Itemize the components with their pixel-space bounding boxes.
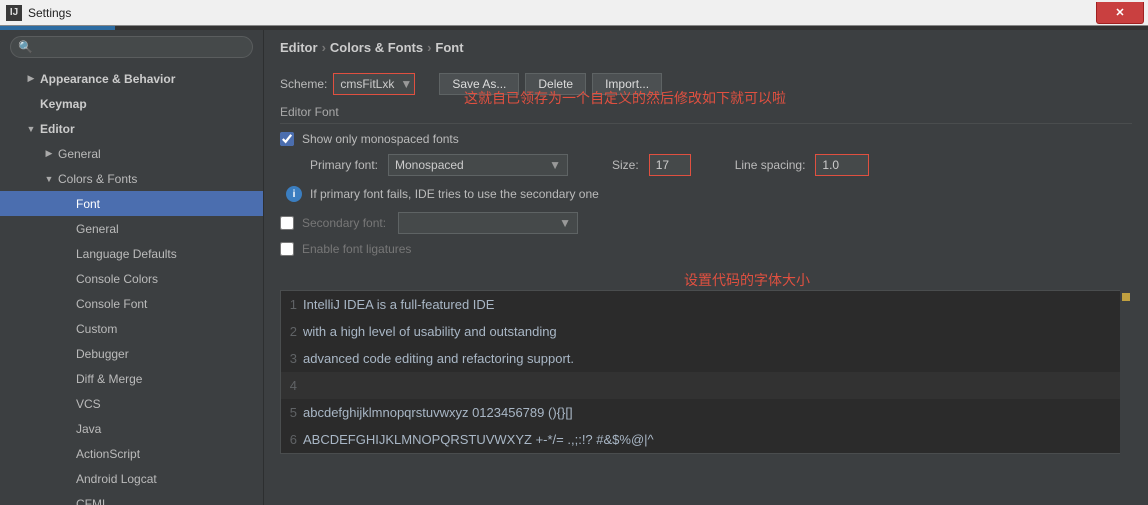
- tree-item-label: Colors & Fonts: [56, 172, 137, 186]
- content-panel: Editor›Colors & Fonts›Font Scheme: cmsFi…: [264, 30, 1148, 505]
- tree-item[interactable]: Console Colors: [0, 266, 263, 291]
- marker-icon: [1122, 293, 1130, 301]
- tree-item[interactable]: ActionScript: [0, 441, 263, 466]
- font-preview: 1IntelliJ IDEA is a full-featured IDE2wi…: [280, 290, 1132, 454]
- code-text: IntelliJ IDEA is a full-featured IDE: [303, 291, 494, 318]
- ligatures-checkbox[interactable]: Enable font ligatures: [280, 242, 1132, 256]
- tree-item-label: CFML: [74, 497, 109, 505]
- ligatures-input[interactable]: [280, 242, 294, 256]
- tree-item-label: Custom: [74, 322, 117, 336]
- tree-item-label: Console Colors: [74, 272, 158, 286]
- delete-button[interactable]: Delete: [525, 73, 586, 95]
- size-label: Size:: [612, 158, 639, 172]
- size-input[interactable]: [649, 154, 691, 176]
- tree-arrow-icon: ▶: [24, 73, 38, 84]
- scheme-label: Scheme:: [280, 77, 327, 91]
- tree-item-label: Editor: [38, 122, 75, 136]
- show-monospaced-checkbox[interactable]: Show only monospaced fonts: [280, 132, 1132, 146]
- save-as-button[interactable]: Save As...: [439, 73, 519, 95]
- tree-item-label: Java: [74, 422, 101, 436]
- tree-item-label: Font: [74, 197, 100, 211]
- tree-item[interactable]: VCS: [0, 391, 263, 416]
- chevron-down-icon: ▼: [400, 77, 412, 91]
- tree-item-label: Diff & Merge: [74, 372, 142, 386]
- info-text: If primary font fails, IDE tries to use …: [310, 187, 599, 201]
- breadcrumb: Editor›Colors & Fonts›Font: [280, 40, 1132, 73]
- tree-item[interactable]: Font: [0, 191, 263, 216]
- close-button[interactable]: [1096, 2, 1144, 24]
- code-text: advanced code editing and refactoring su…: [303, 345, 574, 372]
- tree-arrow-icon: ▼: [24, 124, 38, 134]
- tree-item[interactable]: ▶General: [0, 141, 263, 166]
- tree-item[interactable]: ▼Colors & Fonts: [0, 166, 263, 191]
- tree-item[interactable]: Android Logcat: [0, 466, 263, 491]
- gutter: 4: [281, 372, 303, 399]
- preview-line: 5abcdefghijklmnopqrstuvwxyz 0123456789 (…: [281, 399, 1131, 426]
- annotation-2: 设置代码的字体大小: [684, 270, 810, 290]
- tree-item[interactable]: ▶Appearance & Behavior: [0, 66, 263, 91]
- gutter: 1: [281, 291, 303, 318]
- tree-item-label: Appearance & Behavior: [38, 72, 175, 86]
- tree-item[interactable]: ▼Editor: [0, 116, 263, 141]
- window-title: Settings: [28, 6, 71, 20]
- settings-tree[interactable]: ▶Appearance & BehaviorKeymap▼Editor▶Gene…: [0, 66, 263, 505]
- code-text: abcdefghijklmnopqrstuvwxyz 0123456789 ()…: [303, 399, 573, 426]
- code-text: ABCDEFGHIJKLMNOPQRSTUVWXYZ +-*/= .,;:!? …: [303, 426, 654, 453]
- tree-item[interactable]: Debugger: [0, 341, 263, 366]
- primary-font-select[interactable]: Monospaced▼: [388, 154, 568, 176]
- tree-item[interactable]: General: [0, 216, 263, 241]
- show-monospaced-input[interactable]: [280, 132, 294, 146]
- preview-line: 6ABCDEFGHIJKLMNOPQRSTUVWXYZ +-*/= .,;:!?…: [281, 426, 1131, 453]
- code-text: with a high level of usability and outst…: [303, 318, 557, 345]
- line-spacing-input[interactable]: [815, 154, 869, 176]
- chevron-down-icon: ▼: [559, 216, 571, 230]
- tree-item-label: Keymap: [38, 97, 87, 111]
- tree-item-label: Language Defaults: [74, 247, 177, 261]
- tree-item[interactable]: CFML: [0, 491, 263, 505]
- scheme-select[interactable]: cmsFitLxk▼: [333, 73, 415, 95]
- gutter: 2: [281, 318, 303, 345]
- line-spacing-label: Line spacing:: [735, 158, 806, 172]
- preview-line: 2with a high level of usability and outs…: [281, 318, 1131, 345]
- preview-line: 1IntelliJ IDEA is a full-featured IDE: [281, 291, 1131, 318]
- tree-item-label: Android Logcat: [74, 472, 157, 486]
- tree-item[interactable]: Diff & Merge: [0, 366, 263, 391]
- tree-arrow-icon: ▶: [42, 148, 56, 159]
- app-icon: IJ: [6, 5, 22, 21]
- import-button[interactable]: Import...: [592, 73, 662, 95]
- tree-item-label: VCS: [74, 397, 101, 411]
- tree-item-label: ActionScript: [74, 447, 140, 461]
- primary-font-label: Primary font:: [310, 158, 378, 172]
- tree-arrow-icon: ▼: [42, 174, 56, 184]
- tree-item[interactable]: Language Defaults: [0, 241, 263, 266]
- info-icon: i: [286, 186, 302, 202]
- tree-item[interactable]: Console Font: [0, 291, 263, 316]
- tree-item-label: General: [74, 222, 119, 236]
- secondary-font-input[interactable]: [280, 216, 294, 230]
- titlebar: IJ Settings: [0, 0, 1148, 26]
- gutter: 5: [281, 399, 303, 426]
- tree-item-label: Debugger: [74, 347, 129, 361]
- sidebar: 🔍 ▶Appearance & BehaviorKeymap▼Editor▶Ge…: [0, 30, 264, 505]
- tree-item[interactable]: Custom: [0, 316, 263, 341]
- editor-font-section: Editor Font: [280, 105, 1132, 119]
- tree-item[interactable]: Keymap: [0, 91, 263, 116]
- secondary-font-select: ▼: [398, 212, 578, 234]
- tree-item-label: General: [56, 147, 101, 161]
- tree-item-label: Console Font: [74, 297, 147, 311]
- preview-line: 4: [281, 372, 1131, 399]
- search-icon: 🔍: [18, 40, 33, 54]
- search-input[interactable]: [10, 36, 253, 58]
- gutter: 6: [281, 426, 303, 453]
- preview-line: 3advanced code editing and refactoring s…: [281, 345, 1131, 372]
- secondary-font-checkbox[interactable]: Secondary font: ▼: [280, 212, 1132, 234]
- chevron-down-icon: ▼: [549, 158, 561, 172]
- tree-item[interactable]: Java: [0, 416, 263, 441]
- gutter: 3: [281, 345, 303, 372]
